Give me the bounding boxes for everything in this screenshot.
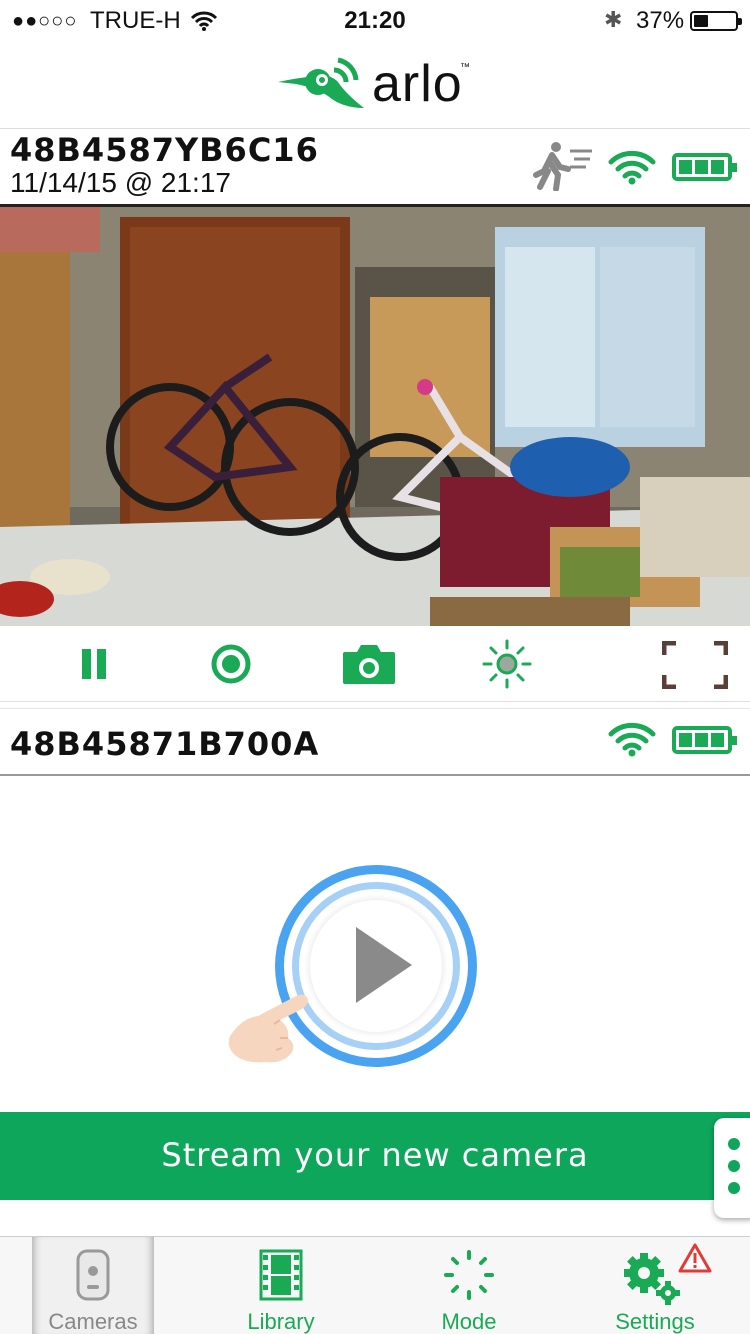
stream-new-camera-button[interactable]: Stream your new camera <box>0 1112 750 1200</box>
camera-1-header[interactable]: 48B4587YB6C16 11/14/15 @ 21:17 <box>0 128 750 204</box>
wifi-icon <box>608 149 656 190</box>
more-options-button[interactable] <box>714 1118 750 1218</box>
logo-tm: ™ <box>460 62 470 73</box>
alert-icon <box>678 1243 712 1273</box>
mode-icon <box>444 1250 494 1300</box>
record-icon <box>211 644 251 684</box>
hand-pointer-icon <box>228 994 308 1063</box>
film-icon <box>259 1249 303 1301</box>
kebab-dot <box>728 1182 740 1194</box>
tab-label: Library <box>247 1309 315 1334</box>
kebab-dot <box>728 1138 740 1150</box>
wifi-icon <box>608 721 656 762</box>
camera-device-icon <box>76 1249 110 1301</box>
bluetooth-icon: ✱ <box>604 7 623 32</box>
play-icon <box>356 927 412 1003</box>
battery-icon <box>672 726 737 754</box>
camera-2-preview <box>0 776 750 1112</box>
tab-label: Mode <box>441 1309 497 1334</box>
motion-detected-icon <box>530 141 594 196</box>
snapshot-icon <box>343 645 395 684</box>
snapshot-button[interactable] <box>341 638 397 690</box>
camera-name: 48B4587YB6C16 <box>10 131 319 169</box>
fullscreen-button[interactable] <box>660 640 730 690</box>
battery-icon <box>690 11 742 31</box>
logo-text: arlo <box>372 55 463 113</box>
camera-name: 48B45871B700A <box>10 725 320 763</box>
battery-icon <box>672 153 737 181</box>
tab-mode[interactable]: Mode <box>408 1237 530 1334</box>
battery-percent: 37% <box>636 7 685 34</box>
record-button[interactable] <box>203 638 259 690</box>
arlo-logo: arlo ™ <box>276 52 476 114</box>
kebab-dot <box>728 1160 740 1172</box>
fullscreen-icon <box>662 641 728 689</box>
brightness-button[interactable] <box>479 638 535 690</box>
pause-button[interactable] <box>66 638 122 690</box>
bird-icon <box>278 57 364 108</box>
tab-label: Cameras <box>48 1309 138 1334</box>
camera-controls <box>0 626 750 702</box>
camera-live-feed[interactable] <box>0 204 750 626</box>
tab-bar: Cameras Library Mode Settings <box>0 1236 750 1334</box>
camera-timestamp: 11/14/15 @ 21:17 <box>10 167 231 198</box>
status-bar: ●●○○○ TRUE-H 21:20 ✱ 37% <box>0 0 750 40</box>
tab-cameras[interactable]: Cameras <box>32 1237 154 1334</box>
tab-settings[interactable]: Settings <box>594 1237 716 1334</box>
tab-label: Settings <box>615 1309 695 1334</box>
brightness-icon <box>482 639 532 689</box>
tab-library[interactable]: Library <box>220 1237 342 1334</box>
pause-icon <box>82 649 106 679</box>
camera-2-header[interactable]: 48B45871B700A <box>0 708 750 776</box>
